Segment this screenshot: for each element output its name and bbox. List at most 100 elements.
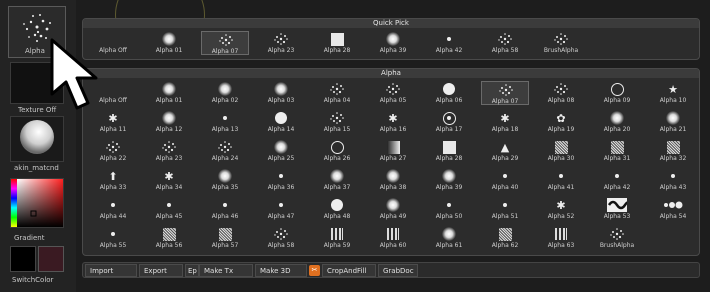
alpha-item-alpha-25[interactable]: Alpha 25 bbox=[257, 139, 305, 163]
texture-thumbnail-button[interactable] bbox=[10, 62, 64, 104]
alpha-item-alpha-45[interactable]: Alpha 45 bbox=[145, 197, 193, 221]
alpha-item-alpha-49[interactable]: Alpha 49 bbox=[369, 197, 417, 221]
alpha-item-alpha-59[interactable]: Alpha 59 bbox=[313, 226, 361, 250]
alpha-item-alpha-58[interactable]: Alpha 58 bbox=[257, 226, 305, 250]
alpha-label: Alpha 47 bbox=[267, 213, 295, 220]
alpha-item-alpha-36[interactable]: Alpha 36 bbox=[257, 168, 305, 192]
export-button[interactable]: Export bbox=[139, 264, 183, 277]
alpha-item-alpha-21[interactable]: Alpha 21 bbox=[649, 110, 697, 134]
alpha-label: Alpha 38 bbox=[379, 184, 407, 191]
alpha-item-alpha-30[interactable]: Alpha 30 bbox=[537, 139, 585, 163]
alpha-item-alpha-04[interactable]: Alpha 04 bbox=[313, 81, 361, 105]
alpha-item-alpha-54[interactable]: Alpha 54 bbox=[649, 197, 697, 221]
alpha-item-alpha-15[interactable]: Alpha 15 bbox=[313, 110, 361, 134]
alpha-item-alpha-44[interactable]: Alpha 44 bbox=[89, 197, 137, 221]
alpha-item-alpha-05[interactable]: Alpha 05 bbox=[369, 81, 417, 105]
alpha-item-alpha-60[interactable]: Alpha 60 bbox=[369, 226, 417, 250]
alpha-item-alpha-38[interactable]: Alpha 38 bbox=[369, 168, 417, 192]
alpha-thumbnail-button[interactable]: Alpha bbox=[8, 6, 66, 58]
alpha-preview bbox=[551, 168, 571, 184]
import-button[interactable]: Import bbox=[85, 264, 137, 277]
alpha-item-alpha-40[interactable]: Alpha 40 bbox=[481, 168, 529, 192]
alpha-item-alpha-48[interactable]: Alpha 48 bbox=[313, 197, 361, 221]
alpha-item-alpha-20[interactable]: Alpha 20 bbox=[593, 110, 641, 134]
crop-and-fill-button[interactable]: CropAndFill bbox=[322, 264, 376, 277]
alpha-item-alpha-23[interactable]: Alpha 23 bbox=[145, 139, 193, 163]
alpha-preview bbox=[159, 31, 179, 47]
quickpick-item-alpha-off[interactable]: Alpha Off bbox=[89, 31, 137, 55]
quickpick-item-alpha-28[interactable]: Alpha 28 bbox=[313, 31, 361, 55]
alpha-item-alpha-62[interactable]: Alpha 62 bbox=[481, 226, 529, 250]
alpha-item-alpha-57[interactable]: Alpha 57 bbox=[201, 226, 249, 250]
alpha-item-alpha-32[interactable]: Alpha 32 bbox=[649, 139, 697, 163]
alpha-item-alpha-37[interactable]: Alpha 37 bbox=[313, 168, 361, 192]
alpha-item-alpha-13[interactable]: Alpha 13 bbox=[201, 110, 249, 134]
alpha-item-alpha-18[interactable]: ✱ Alpha 18 bbox=[481, 110, 529, 134]
speckle-icon bbox=[554, 83, 568, 95]
alpha-item-alpha-61[interactable]: Alpha 61 bbox=[425, 226, 473, 250]
secondary-color-swatch[interactable] bbox=[38, 246, 64, 272]
alpha-item-alpha-33[interactable]: ⬆ Alpha 33 bbox=[89, 168, 137, 192]
alpha-item-alpha-08[interactable]: Alpha 08 bbox=[537, 81, 585, 105]
alpha-label: Alpha 02 bbox=[211, 97, 239, 104]
alpha-label: Alpha 08 bbox=[547, 97, 575, 104]
color-picker[interactable] bbox=[10, 178, 64, 228]
switch-color-button[interactable]: SwitchColor bbox=[12, 276, 53, 284]
alpha-item-alpha-16[interactable]: ✱ Alpha 16 bbox=[369, 110, 417, 134]
alpha-item-alpha-53[interactable]: Alpha 53 bbox=[593, 197, 641, 221]
alpha-item-alpha-31[interactable]: Alpha 31 bbox=[593, 139, 641, 163]
alpha-item-alpha-56[interactable]: Alpha 56 bbox=[145, 226, 193, 250]
alpha-item-alpha-26[interactable]: Alpha 26 bbox=[313, 139, 361, 163]
alpha-item-alpha-35[interactable]: Alpha 35 bbox=[201, 168, 249, 192]
alpha-item-alpha-11[interactable]: ✱ Alpha 11 bbox=[89, 110, 137, 134]
main-color-swatch[interactable] bbox=[10, 246, 36, 272]
quickpick-item-alpha-07[interactable]: Alpha 07 bbox=[201, 31, 249, 55]
quickpick-item-alpha-01[interactable]: Alpha 01 bbox=[145, 31, 193, 55]
quickpick-item-alpha-42[interactable]: Alpha 42 bbox=[425, 31, 473, 55]
alpha-item-alpha-63[interactable]: Alpha 63 bbox=[537, 226, 585, 250]
alpha-item-alpha-03[interactable]: Alpha 03 bbox=[257, 81, 305, 105]
alpha-item-brushalpha[interactable]: BrushAlpha bbox=[593, 226, 641, 250]
alpha-label: Alpha 03 bbox=[267, 97, 295, 104]
alpha-item-alpha-19[interactable]: ✿ Alpha 19 bbox=[537, 110, 585, 134]
alpha-item-alpha-39[interactable]: Alpha 39 bbox=[425, 168, 473, 192]
alpha-item-alpha-28[interactable]: Alpha 28 bbox=[425, 139, 473, 163]
alpha-item-alpha-29[interactable]: ▲ Alpha 29 bbox=[481, 139, 529, 163]
alpha-item-alpha-06[interactable]: Alpha 06 bbox=[425, 81, 473, 105]
alpha-item-alpha-34[interactable]: ✱ Alpha 34 bbox=[145, 168, 193, 192]
alpha-item-alpha-07[interactable]: Alpha 07 bbox=[481, 81, 529, 105]
alpha-item-alpha-42[interactable]: Alpha 42 bbox=[593, 168, 641, 192]
crop-and-fill-icon[interactable]: ✂ bbox=[309, 265, 320, 276]
grab-doc-button[interactable]: GrabDoc bbox=[378, 264, 418, 277]
alpha-item-alpha-46[interactable]: Alpha 46 bbox=[201, 197, 249, 221]
alpha-item-alpha-10[interactable]: ★ Alpha 10 bbox=[649, 81, 697, 105]
alpha-item-alpha-55[interactable]: Alpha 55 bbox=[89, 226, 137, 250]
alpha-item-alpha-02[interactable]: Alpha 02 bbox=[201, 81, 249, 105]
alpha-item-alpha-43[interactable]: Alpha 43 bbox=[649, 168, 697, 192]
quickpick-item-alpha-39[interactable]: Alpha 39 bbox=[369, 31, 417, 55]
alpha-item-alpha-14[interactable]: Alpha 14 bbox=[257, 110, 305, 134]
alpha-item-alpha-24[interactable]: Alpha 24 bbox=[201, 139, 249, 163]
alpha-item-alpha-41[interactable]: Alpha 41 bbox=[537, 168, 585, 192]
alpha-item-alpha-09[interactable]: Alpha 09 bbox=[593, 81, 641, 105]
quickpick-item-alpha-58[interactable]: Alpha 58 bbox=[481, 31, 529, 55]
make-3d-button[interactable]: Make 3D bbox=[255, 264, 307, 277]
alpha-preview: ✱ bbox=[103, 110, 123, 126]
material-thumbnail-button[interactable] bbox=[10, 116, 64, 162]
alpha-item-alpha-52[interactable]: ✱ Alpha 52 bbox=[537, 197, 585, 221]
alpha-item-alpha-50[interactable]: Alpha 50 bbox=[425, 197, 473, 221]
alpha-item-alpha-51[interactable]: Alpha 51 bbox=[481, 197, 529, 221]
make-tx-button[interactable]: Make Tx bbox=[199, 264, 253, 277]
alpha-item-alpha-22[interactable]: Alpha 22 bbox=[89, 139, 137, 163]
quickpick-item-alpha-23[interactable]: Alpha 23 bbox=[257, 31, 305, 55]
quickpick-item-brushalpha[interactable]: BrushAlpha bbox=[537, 31, 585, 55]
alpha-label: Alpha 51 bbox=[491, 213, 519, 220]
alpha-item-alpha-17[interactable]: Alpha 17 bbox=[425, 110, 473, 134]
alpha-item-alpha-47[interactable]: Alpha 47 bbox=[257, 197, 305, 221]
ep-button[interactable]: Ep bbox=[185, 264, 199, 277]
alpha-item-alpha-27[interactable]: Alpha 27 bbox=[369, 139, 417, 163]
alpha-item-alpha-12[interactable]: Alpha 12 bbox=[145, 110, 193, 134]
alpha-item-alpha-01[interactable]: Alpha 01 bbox=[145, 81, 193, 105]
alpha-item-alpha-off[interactable]: Alpha Off bbox=[89, 81, 137, 105]
noise-icon bbox=[162, 227, 176, 241]
